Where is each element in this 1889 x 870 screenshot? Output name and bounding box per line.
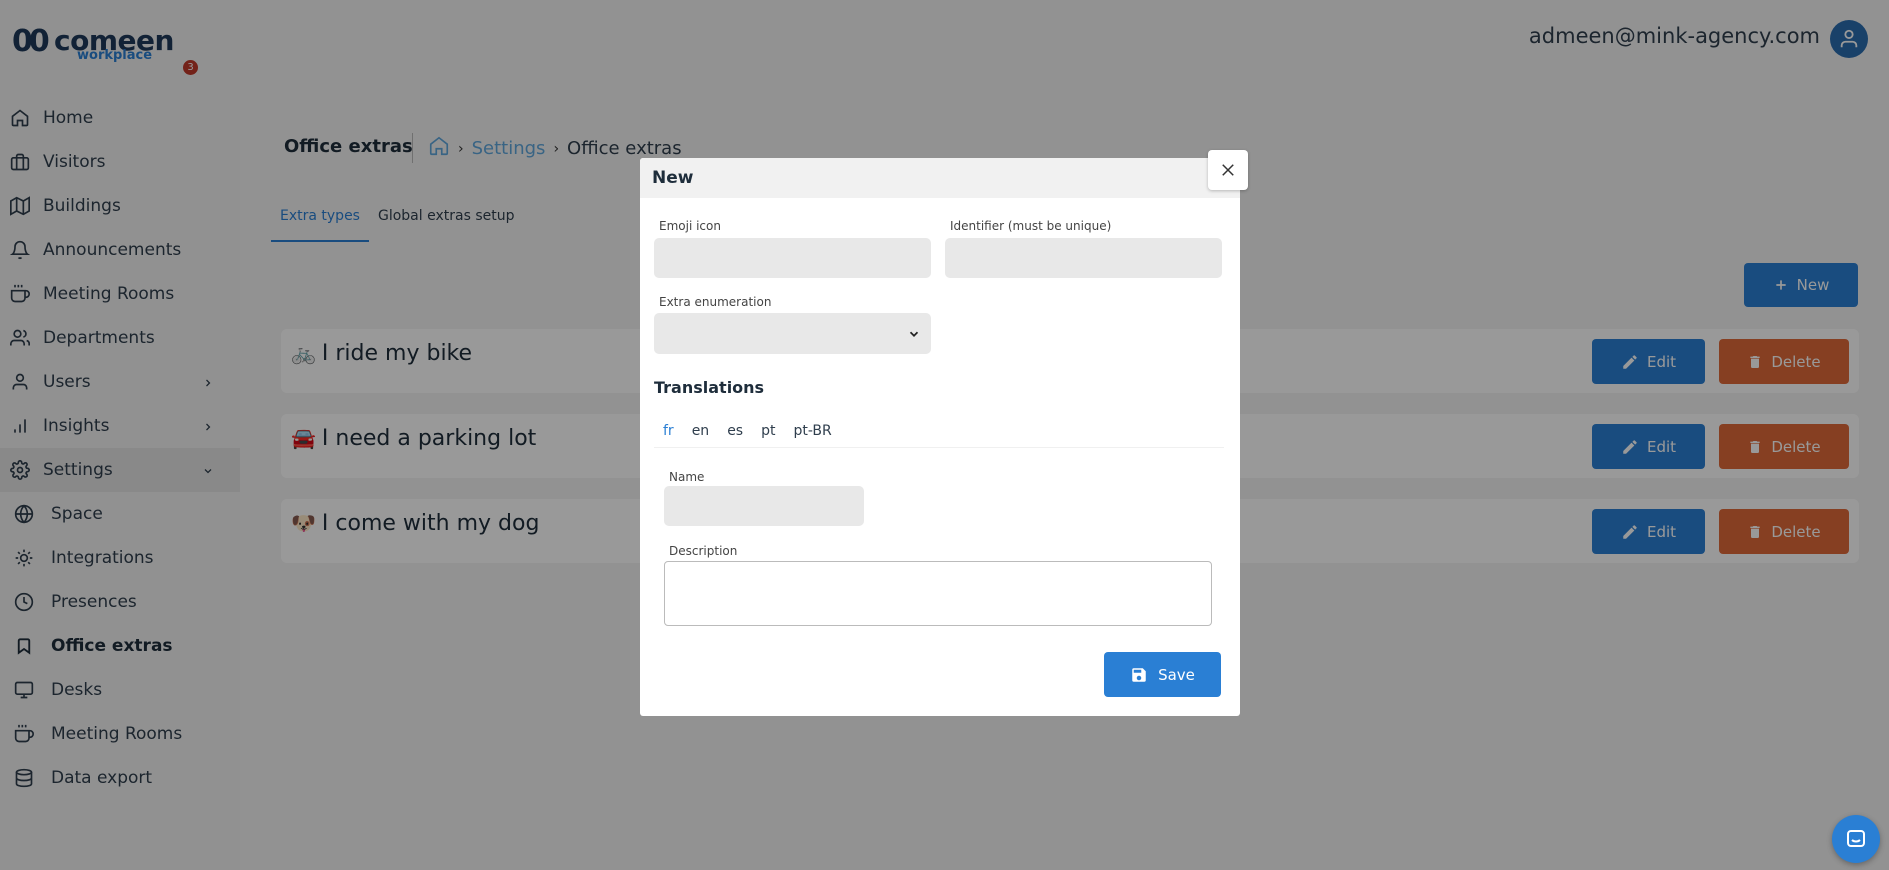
emoji-icon-label: Emoji icon bbox=[659, 219, 721, 233]
save-label: Save bbox=[1158, 665, 1195, 684]
floppy-disk-icon bbox=[1132, 667, 1146, 682]
close-button[interactable] bbox=[1208, 150, 1248, 190]
identifier-field[interactable] bbox=[945, 238, 1222, 278]
extra-enumeration-label: Extra enumeration bbox=[659, 295, 772, 309]
save-button[interactable]: Save bbox=[1104, 652, 1221, 697]
tab-lang-en[interactable]: en bbox=[683, 423, 719, 439]
name-field[interactable] bbox=[664, 486, 864, 526]
translations-title: Translations bbox=[654, 378, 765, 397]
tab-lang-pt[interactable]: pt bbox=[752, 423, 784, 439]
chat-launcher-button[interactable] bbox=[1832, 815, 1880, 863]
chevron-down-icon bbox=[907, 326, 921, 345]
modal-title: New bbox=[652, 168, 694, 188]
identifier-label: Identifier (must be unique) bbox=[950, 219, 1112, 233]
tab-lang-fr[interactable]: fr bbox=[654, 423, 683, 439]
close-icon bbox=[1222, 164, 1234, 176]
new-extra-modal: New Emoji icon Identifier (must be uniqu… bbox=[640, 150, 1248, 716]
emoji-icon-field[interactable] bbox=[654, 238, 931, 278]
tab-lang-es[interactable]: es bbox=[718, 423, 752, 439]
description-label: Description bbox=[669, 544, 738, 558]
language-tabs: fr en es pt pt-BR bbox=[654, 423, 1224, 448]
extra-enumeration-select[interactable] bbox=[654, 313, 931, 354]
name-label: Name bbox=[669, 470, 705, 484]
modal-header: New bbox=[640, 150, 1248, 198]
chat-icon bbox=[1847, 830, 1865, 847]
tab-lang-pt-br[interactable]: pt-BR bbox=[785, 423, 841, 439]
description-textarea[interactable] bbox=[664, 561, 1212, 626]
